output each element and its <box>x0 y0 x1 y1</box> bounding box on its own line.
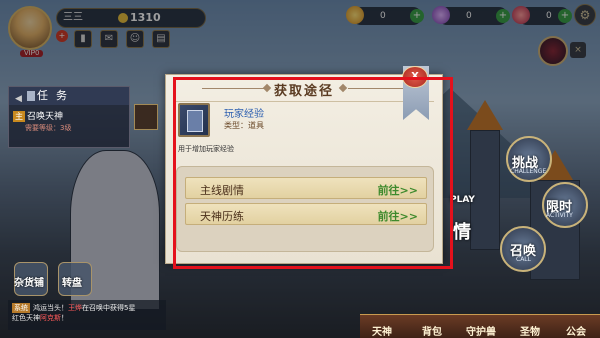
story-label[interactable]: 情 <box>453 218 471 244</box>
task-requirement: 需要等级：3级 <box>25 124 72 132</box>
chat-player-name: 王烨 <box>68 304 82 312</box>
chat-text: 在召唤中获得5星 <box>82 304 136 312</box>
task-header: ◀ 任务 <box>9 87 129 105</box>
chat-text: 红色天神 <box>12 314 40 322</box>
chat-text: 鸿运当头！ <box>33 304 68 312</box>
nav-heroes[interactable]: 天神 <box>372 323 392 338</box>
item-description: 用于增加玩家经验 <box>178 145 234 153</box>
chat-text: ！ <box>61 314 68 322</box>
nav-guardian[interactable]: 守护兽 <box>466 323 496 338</box>
title-ornament-right <box>348 88 410 89</box>
go-button[interactable]: 前往>> <box>378 182 418 198</box>
source-dialog: 获取途径 玩家经验 类型：道具 用于增加玩家经验 主线剧情 前往>> 天神历练 … <box>165 74 443 264</box>
route-hero-training[interactable]: 天神历练 前往>> <box>185 203 427 225</box>
grocery-shop-label[interactable]: 杂货铺 <box>14 274 44 289</box>
chat-hero-name: 阿克斯 <box>40 314 61 322</box>
nav-bag[interactable]: 背包 <box>422 323 442 338</box>
route-main-story[interactable]: 主线剧情 前往>> <box>185 177 427 199</box>
route-name: 主线剧情 <box>200 184 244 197</box>
system-chat[interactable]: 系统 鸿运当头！王烨在召唤中获得5星 红色天神阿克斯！ <box>8 300 166 330</box>
summon-sublabel: CALL <box>516 256 531 263</box>
wheel-label[interactable]: 转盘 <box>62 274 82 289</box>
task-item[interactable]: 主召唤天神 <box>13 109 63 122</box>
task-list-icon <box>27 91 35 101</box>
route-list: 主线剧情 前往>> 天神历练 前往>> <box>176 166 434 252</box>
task-item-label: 召唤天神 <box>27 112 64 122</box>
main-task-tag: 主 <box>13 111 25 122</box>
play-label[interactable]: PLAY <box>450 195 475 205</box>
task-panel[interactable]: ◀ 任务 主召唤天神 需要等级：3级 <box>8 86 130 148</box>
bottom-nav: 天神 背包 守护兽 圣物 公会 <box>360 314 600 338</box>
close-icon[interactable]: X <box>402 66 428 88</box>
challenge-sublabel: CHALLENGE <box>510 168 547 175</box>
nav-guild[interactable]: 公会 <box>566 323 586 338</box>
go-button[interactable]: 前往>> <box>378 208 418 224</box>
exp-book-icon <box>178 103 210 137</box>
item-type: 类型：道具 <box>224 121 264 130</box>
book-icon[interactable] <box>134 104 158 130</box>
task-title: 任务 <box>37 89 75 102</box>
system-tag: 系统 <box>12 303 30 313</box>
route-name: 天神历练 <box>200 210 244 223</box>
dialog-title: 获取途径 <box>273 84 334 99</box>
title-divider <box>174 101 434 102</box>
nav-relic[interactable]: 圣物 <box>520 323 540 338</box>
activity-sublabel: ACTIVITY <box>546 212 573 219</box>
item-name: 玩家经验 <box>224 109 264 120</box>
